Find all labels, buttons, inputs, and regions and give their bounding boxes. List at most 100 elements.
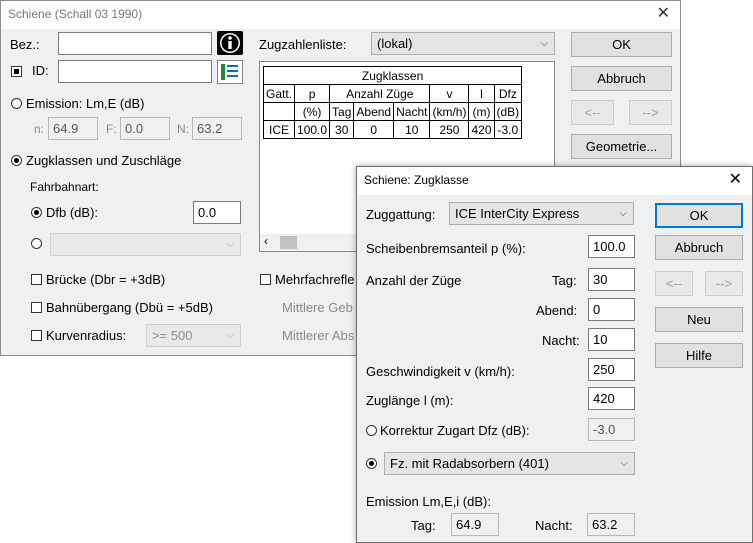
chevron-down-icon: ⌵	[226, 239, 234, 250]
fahrbahnart-label: Fahrbahnart:	[30, 180, 99, 194]
neu-button[interactable]: Neu	[655, 307, 743, 332]
nacht-input[interactable]: 10	[588, 328, 635, 351]
table-cell[interactable]: 30	[329, 120, 355, 139]
header-cell: Anzahl Züge	[329, 84, 431, 103]
tag-input[interactable]: 30	[588, 268, 635, 291]
ok-button[interactable]: OK	[571, 32, 672, 57]
abend-input[interactable]: 0	[588, 298, 635, 321]
info-icon[interactable]	[217, 31, 243, 55]
dfb-radio[interactable]	[31, 207, 42, 218]
emission-f-field: 0.0	[120, 117, 170, 140]
zuggattung-value: ICE InterCity Express	[455, 206, 580, 221]
emission-f-label: F:	[106, 122, 117, 136]
zugzahlenliste-combo[interactable]: (lokal) ⌵	[371, 32, 555, 55]
abbruch-button[interactable]: Abbruch	[655, 235, 743, 260]
close-icon[interactable]: ✕	[657, 5, 670, 23]
korrektur-field: -3.0	[588, 418, 635, 441]
zuglaenge-input[interactable]: 420	[588, 387, 635, 410]
bez-label: Bez.:	[10, 37, 40, 52]
em-nacht-label: Nacht:	[535, 518, 573, 533]
bahnuebergang-checkbox[interactable]	[31, 302, 42, 313]
chevron-down-icon: ⌵	[619, 208, 627, 219]
table-row[interactable]: ICE 100.0 30 0 10 250 420 -3.0	[262, 120, 523, 139]
zuglaenge-label: Zuglänge l (m):	[366, 393, 454, 408]
header-cell: Dfz	[493, 84, 523, 103]
table-cell[interactable]: -3.0	[493, 120, 523, 139]
header-cell: Gatt.	[262, 84, 296, 103]
scroll-left-icon[interactable]: ‹	[264, 234, 268, 248]
next-button: -->	[629, 100, 672, 125]
emission-n2-field: 63.2	[192, 117, 242, 140]
table-cell[interactable]: 10	[393, 120, 431, 139]
table-cell[interactable]: 250	[429, 120, 470, 139]
main-title: Schiene (Schall 03 1990)	[8, 7, 143, 21]
header-cell: (%)	[294, 102, 331, 121]
prev-button: <--	[571, 100, 614, 125]
mittlerer-abs-label: Mittlerer Abs	[282, 328, 355, 343]
ok-button[interactable]: OK	[655, 203, 743, 228]
mehrfach-checkbox[interactable]	[260, 274, 271, 285]
em-tag-field: 64.9	[451, 513, 499, 536]
emission-n-label: n:	[34, 122, 45, 136]
next-button: -->	[705, 271, 743, 296]
chevron-down-icon: ⌵	[540, 38, 548, 49]
zuggattung-label: Zuggattung:	[366, 207, 436, 222]
kurvenradius-label: Kurvenradius:	[46, 328, 127, 343]
scroll-thumb[interactable]	[280, 236, 297, 249]
table-cell[interactable]: ICE	[262, 120, 296, 139]
kurvenradius-combo: >= 500 ⌵	[146, 324, 241, 347]
fz-radio[interactable]	[366, 458, 377, 469]
header-cell: v	[429, 84, 470, 103]
dfb-input[interactable]: 0.0	[193, 201, 241, 224]
zugklasse-dialog: Schiene: Zugklasse ✕ Zuggattung: ICE Int…	[356, 166, 753, 543]
bruecke-checkbox[interactable]	[31, 274, 42, 285]
horizontal-scrollbar[interactable]: ‹	[260, 234, 360, 251]
header-cell	[262, 102, 296, 121]
zugzahlenliste-value: (lokal)	[377, 36, 413, 51]
abend-label: Abend:	[536, 303, 578, 318]
fahrbahn-other-radio[interactable]	[31, 238, 42, 249]
table-cell[interactable]: 0	[353, 120, 395, 139]
header-cell: l	[468, 84, 495, 103]
zugklasse-titlebar[interactable]: Schiene: Zugklasse ✕	[357, 167, 752, 195]
geometrie-button[interactable]: Geometrie...	[571, 134, 672, 159]
chevron-down-icon: ⌵	[620, 458, 628, 469]
fahrbahn-combo: ⌵	[50, 233, 241, 256]
abbruch-button[interactable]: Abbruch	[571, 66, 672, 91]
prev-button: <--	[655, 271, 693, 296]
zugklassen-radio[interactable]	[11, 155, 22, 166]
bahnuebergang-label: Bahnübergang (Dbü = +5dB)	[46, 300, 213, 315]
emission-label: Emission: Lm,E (dB)	[26, 96, 145, 111]
geschw-input[interactable]: 250	[588, 358, 635, 381]
header-cell: Tag	[329, 102, 355, 121]
close-icon[interactable]: ✕	[729, 171, 742, 189]
emission-n2-label: N:	[177, 122, 189, 136]
mittlere-geb-label: Mittlere Geb	[282, 300, 353, 315]
zugklasse-title: Schiene: Zugklasse	[364, 173, 469, 187]
id-checkbox[interactable]	[11, 66, 22, 77]
id-label: ID:	[32, 63, 49, 78]
header-cell: p	[294, 84, 331, 103]
anzahl-label: Anzahl der Züge	[366, 273, 462, 288]
zugklassen-table: Zugklassen Gatt. p Anzahl Züge v l Dfz (…	[262, 66, 523, 139]
table-title: Zugklassen	[262, 66, 523, 85]
hilfe-button[interactable]: Hilfe	[655, 343, 743, 368]
tree-list-icon[interactable]	[217, 60, 243, 84]
korrektur-label: Korrektur Zugart Dfz (dB):	[380, 423, 530, 438]
emission-n-field: 64.9	[48, 117, 98, 140]
main-titlebar[interactable]: Schiene (Schall 03 1990) ✕	[1, 1, 680, 29]
header-cell: Abend	[353, 102, 395, 121]
korrektur-radio[interactable]	[366, 425, 377, 436]
id-input[interactable]	[58, 60, 212, 83]
zuggattung-combo[interactable]: ICE InterCity Express ⌵	[449, 202, 634, 225]
bez-input[interactable]	[58, 32, 212, 55]
chevron-down-icon: ⌵	[226, 330, 234, 341]
scheibenbrems-input[interactable]: 100.0	[588, 235, 635, 258]
fz-combo[interactable]: Fz. mit Radabsorbern (401) ⌵	[384, 452, 635, 475]
em-nacht-field: 63.2	[587, 513, 635, 536]
emission-label: Emission Lm,E,i (dB):	[366, 494, 491, 509]
table-cell[interactable]: 100.0	[294, 120, 331, 139]
table-cell[interactable]: 420	[468, 120, 495, 139]
kurvenradius-checkbox[interactable]	[31, 330, 42, 341]
emission-radio[interactable]	[11, 98, 22, 109]
